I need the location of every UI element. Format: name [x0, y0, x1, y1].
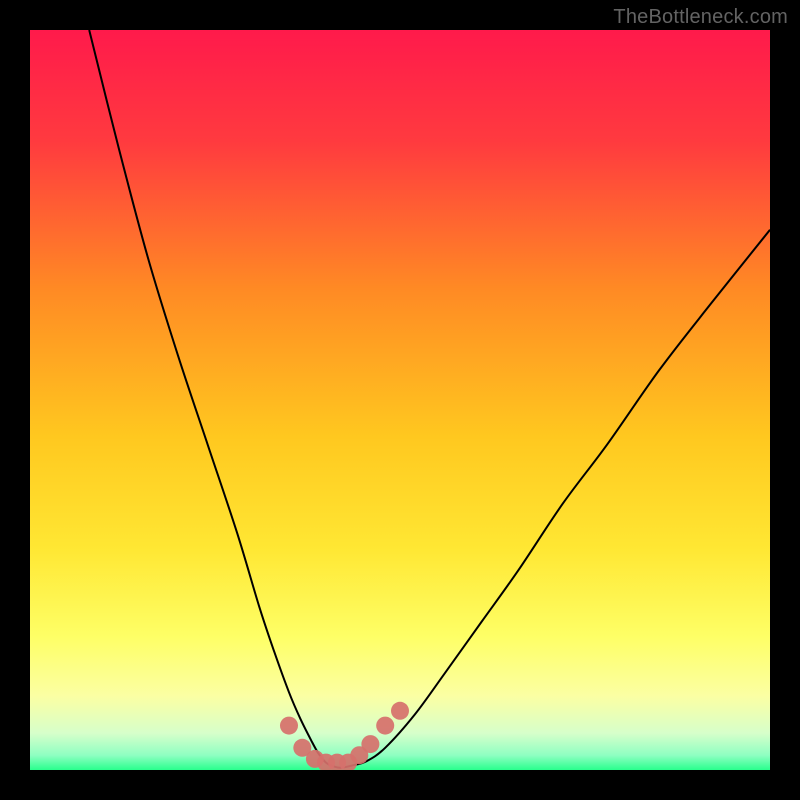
- chart-svg: [30, 30, 770, 770]
- gradient-background: [30, 30, 770, 770]
- plot-area: [30, 30, 770, 770]
- chart-frame: TheBottleneck.com: [0, 0, 800, 800]
- dot: [376, 717, 394, 735]
- dot: [391, 702, 409, 720]
- dot: [361, 735, 379, 753]
- watermark-text: TheBottleneck.com: [613, 6, 788, 29]
- dot: [280, 717, 298, 735]
